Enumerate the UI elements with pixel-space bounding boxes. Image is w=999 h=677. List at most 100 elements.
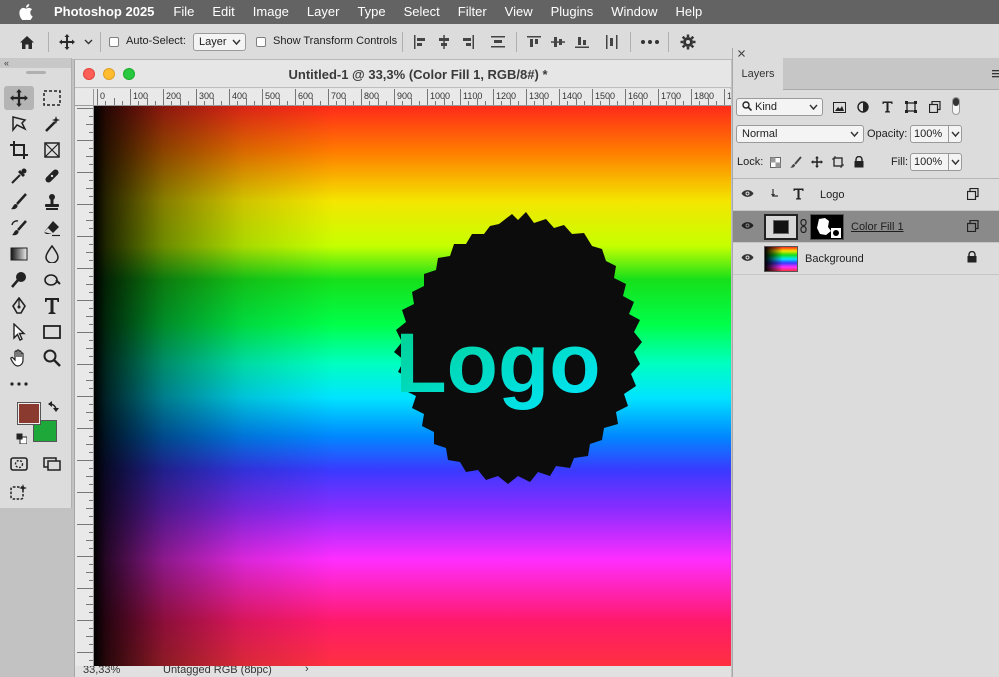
apple-menu-icon[interactable] <box>0 0 52 24</box>
eyedropper-tool-icon[interactable] <box>4 164 34 188</box>
path-selection-tool-icon[interactable] <box>4 320 34 344</box>
generative-fill-icon[interactable] <box>4 480 34 504</box>
tools-collapse-button[interactable]: « <box>0 58 71 68</box>
layer-name[interactable]: Logo <box>820 189 844 201</box>
move-tool-preset-icon[interactable] <box>56 31 78 53</box>
layer-row-color-fill[interactable]: Color Fill 1 <box>733 211 999 243</box>
default-colors-icon[interactable] <box>14 431 28 445</box>
auto-select-checkbox[interactable] <box>109 37 119 47</box>
filter-shape-layers-icon[interactable] <box>903 99 919 115</box>
gradient-tool-icon[interactable] <box>4 242 34 266</box>
lock-transparent-pixels-icon[interactable] <box>767 154 783 170</box>
panel-menu-icon[interactable] <box>991 67 999 81</box>
blur-tool-icon[interactable] <box>37 242 67 266</box>
tab-layers[interactable]: Layers <box>733 58 783 90</box>
status-menu-arrow[interactable]: › <box>305 666 309 675</box>
rectangle-tool-icon[interactable] <box>37 320 67 344</box>
fill-layer-thumbnail[interactable] <box>764 214 798 240</box>
blend-mode-dropdown[interactable]: Normal <box>736 125 864 143</box>
menu-select[interactable]: Select <box>395 0 449 24</box>
menu-edit[interactable]: Edit <box>203 0 243 24</box>
show-transform-checkbox[interactable] <box>256 37 266 47</box>
menu-plugins[interactable]: Plugins <box>542 0 603 24</box>
layer-row-logo[interactable]: Logo <box>733 179 999 211</box>
spot-healing-tool-icon[interactable] <box>37 268 67 292</box>
swap-colors-icon[interactable] <box>47 399 61 413</box>
home-icon[interactable] <box>14 32 40 52</box>
align-left-edges-icon[interactable] <box>410 32 430 52</box>
filter-pixel-layers-icon[interactable] <box>831 99 847 115</box>
filter-toggle[interactable] <box>952 97 960 115</box>
zoom-tool-icon[interactable] <box>37 346 67 370</box>
fill-field[interactable]: 100% <box>910 153 962 171</box>
menu-help[interactable]: Help <box>667 0 712 24</box>
menu-layer[interactable]: Layer <box>298 0 349 24</box>
zoom-level[interactable]: 33,33% <box>83 666 120 676</box>
chain-link-icon[interactable] <box>800 218 807 236</box>
layer-name[interactable]: Background <box>805 253 864 265</box>
quick-mask-icon[interactable] <box>4 452 34 476</box>
menu-type[interactable]: Type <box>348 0 394 24</box>
chevron-down-icon[interactable] <box>948 125 962 143</box>
menu-filter[interactable]: Filter <box>449 0 496 24</box>
align-right-edges-icon[interactable] <box>458 32 478 52</box>
distribute-vertical-icon[interactable] <box>488 32 508 52</box>
lasso-tool-icon[interactable] <box>4 112 34 136</box>
visibility-eye-icon[interactable] <box>741 253 754 265</box>
hand-tool-icon[interactable] <box>4 346 34 370</box>
align-top-edges-icon[interactable] <box>524 32 544 52</box>
lock-position-icon[interactable] <box>809 154 825 170</box>
align-vertical-centers-icon[interactable] <box>548 32 568 52</box>
dodge-tool-icon[interactable] <box>4 268 34 292</box>
brush-tool-icon[interactable] <box>4 190 34 214</box>
tools-grip[interactable] <box>26 71 46 74</box>
visibility-eye-icon[interactable] <box>741 189 754 201</box>
align-bottom-edges-icon[interactable] <box>572 32 592 52</box>
close-panel-icon[interactable] <box>737 49 745 57</box>
screen-mode-icon[interactable] <box>37 452 67 476</box>
lock-icon[interactable] <box>967 250 977 266</box>
foreground-color-swatch[interactable] <box>17 402 41 425</box>
layer-filter-dropdown[interactable]: Kind <box>736 98 823 116</box>
vertical-ruler[interactable] <box>75 106 94 666</box>
menu-image[interactable]: Image <box>244 0 298 24</box>
ruler-origin[interactable] <box>75 89 94 106</box>
marquee-tool-icon[interactable] <box>37 86 67 110</box>
filter-adjustment-layers-icon[interactable] <box>855 99 871 115</box>
edit-toolbar-icon[interactable] <box>4 372 34 396</box>
canvas[interactable]: Logo <box>94 106 731 666</box>
chevron-down-icon[interactable] <box>82 36 94 48</box>
lock-all-icon[interactable] <box>851 154 867 170</box>
healing-brush-tool-icon[interactable] <box>37 164 67 188</box>
more-options-icon[interactable] <box>638 32 662 52</box>
menu-view[interactable]: View <box>496 0 542 24</box>
opacity-field[interactable]: 100% <box>910 125 962 143</box>
lock-artboard-icon[interactable] <box>830 154 846 170</box>
app-menu[interactable]: Photoshop 2025 <box>52 0 164 24</box>
layer-row-background[interactable]: Background <box>733 243 999 275</box>
filter-smart-objects-icon[interactable] <box>927 99 943 115</box>
crop-tool-icon[interactable] <box>4 138 34 162</box>
eraser-tool-icon[interactable] <box>37 216 67 240</box>
clone-stamp-tool-icon[interactable] <box>37 190 67 214</box>
chevron-down-icon[interactable] <box>948 153 962 171</box>
layer-mask-thumbnail[interactable] <box>810 214 844 240</box>
type-tool-icon[interactable] <box>37 294 67 318</box>
gear-icon[interactable] <box>678 32 698 52</box>
menu-file[interactable]: File <box>164 0 203 24</box>
visibility-eye-icon[interactable] <box>741 221 754 233</box>
magic-wand-tool-icon[interactable] <box>37 112 67 136</box>
horizontal-ruler[interactable]: 0 100 200 300 400 500 600 700 800 900 1000 1100 1200… <box>94 89 731 106</box>
move-tool-icon[interactable] <box>4 86 34 110</box>
frame-tool-icon[interactable] <box>37 138 67 162</box>
pen-tool-icon[interactable] <box>4 294 34 318</box>
history-brush-tool-icon[interactable] <box>4 216 34 240</box>
layer-name[interactable]: Color Fill 1 <box>851 221 904 233</box>
lock-image-pixels-icon[interactable] <box>788 154 804 170</box>
distribute-horizontal-icon[interactable] <box>602 32 622 52</box>
filter-type-layers-icon[interactable] <box>879 99 895 115</box>
menu-window[interactable]: Window <box>602 0 666 24</box>
auto-select-target-dropdown[interactable]: Layer <box>193 33 246 51</box>
background-layer-thumbnail[interactable] <box>764 246 798 272</box>
align-horizontal-centers-icon[interactable] <box>434 32 454 52</box>
